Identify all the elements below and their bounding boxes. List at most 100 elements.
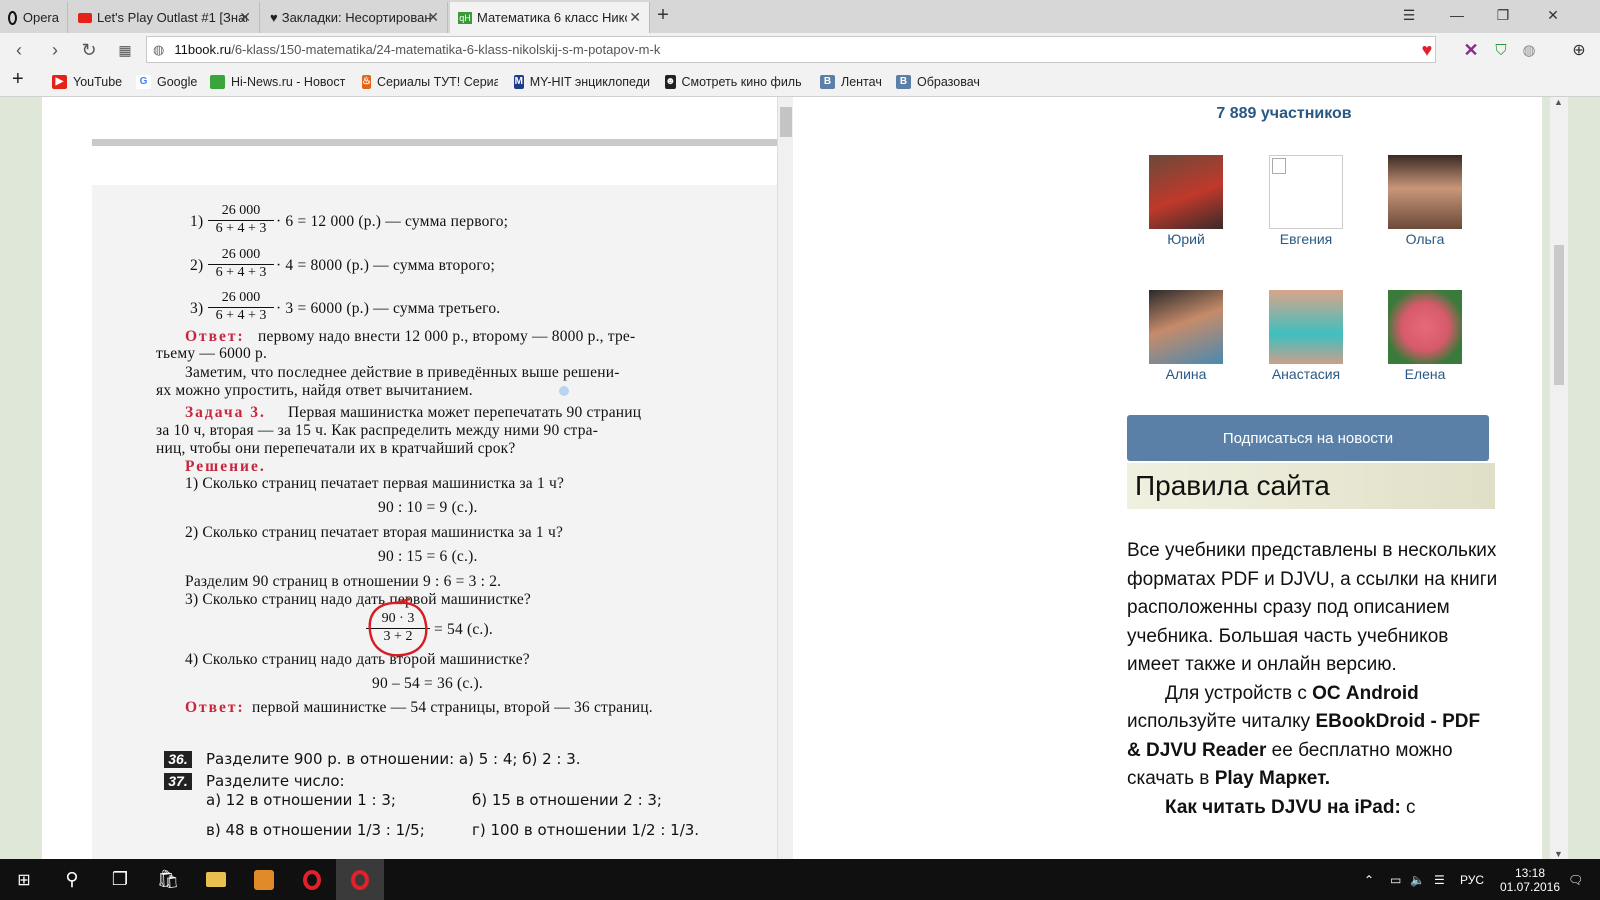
app-orange-icon: [254, 869, 274, 890]
bookmark-google[interactable]: G Google: [136, 72, 206, 92]
shield-icon[interactable]: ⛉: [1488, 37, 1514, 63]
maximize-button[interactable]: ❐: [1480, 0, 1526, 30]
question-3-result: = 54 (с.).: [434, 621, 493, 638]
bookmark-myhit[interactable]: M MY-HIT энциклопеди: [514, 72, 650, 92]
store-button[interactable]: 🛍: [144, 859, 192, 900]
minimize-button[interactable]: —: [1434, 0, 1480, 30]
step-2-text: · 4 = 8000 (р.) — сумма второго;: [276, 257, 496, 274]
vpn-globe-icon[interactable]: ◍: [1516, 37, 1542, 63]
opera-icon: [303, 869, 321, 890]
bookmark-obrazovach[interactable]: B Образовач: [896, 72, 986, 92]
member-name[interactable]: Елена: [1375, 366, 1475, 382]
avatar-anastasia[interactable]: [1269, 290, 1343, 364]
scrollbar-thumb[interactable]: [1554, 245, 1564, 385]
url-field[interactable]: ◍ 11book.ru/6-klass/150-matematika/24-ma…: [146, 36, 1436, 63]
opera-active-taskbar-button[interactable]: [336, 859, 384, 900]
member-name[interactable]: Алина: [1136, 366, 1236, 382]
task-line1: Первая машинистка может перепечатать 90 …: [288, 404, 642, 421]
avatar-evgenia[interactable]: [1269, 155, 1343, 229]
add-bookmark-button[interactable]: +: [12, 69, 24, 89]
file-explorer-button[interactable]: [192, 859, 240, 900]
bookmark-serials[interactable]: ♨ Сериалы ТУТ! Сериа: [362, 72, 498, 92]
flame-icon: ♨: [362, 75, 371, 89]
reload-button[interactable]: ↻: [76, 37, 102, 63]
app-button[interactable]: [240, 859, 288, 900]
scroll-down-icon[interactable]: ▼: [1554, 849, 1563, 859]
download-icon[interactable]: ⊕: [1566, 37, 1592, 63]
bookmark-label: Лентач: [841, 75, 882, 89]
book-viewer-scrollbar[interactable]: [777, 97, 793, 859]
solution-label: Решение.: [185, 458, 266, 475]
bookmark-label: MY-HIT энциклопеди: [529, 75, 650, 89]
bookmark-label: YouTube: [73, 75, 123, 89]
tab-menu-icon[interactable]: ☰: [1386, 0, 1432, 30]
task-label: Задача 3.: [185, 404, 266, 421]
forward-button[interactable]: ›: [42, 37, 68, 63]
fraction-numerator: 26 000: [208, 203, 274, 221]
page-scrollbar[interactable]: ▲ ▼: [1550, 97, 1568, 859]
step-1-fraction: 26 000 6 + 4 + 3: [208, 203, 274, 237]
answer-text-line1: первому надо внести 12 000 р., второму —…: [258, 328, 636, 345]
avatar-yuri[interactable]: [1149, 155, 1223, 229]
extension-x-icon[interactable]: ✕: [1458, 37, 1484, 63]
back-button[interactable]: ‹: [6, 37, 32, 63]
close-icon[interactable]: ✕: [239, 9, 251, 26]
clock[interactable]: 13:18 01.07.2016: [1500, 859, 1560, 900]
tray-up-arrow-icon[interactable]: ⌃: [1364, 859, 1374, 900]
question-4: 4) Сколько страниц надо дать второй маши…: [185, 651, 530, 668]
volume-icon[interactable]: 🔈: [1410, 859, 1425, 900]
rules-title: Правила сайта: [1127, 463, 1495, 509]
step-2-index: 2): [190, 257, 204, 274]
end-marker-icon: [559, 386, 569, 396]
member-name[interactable]: Юрий: [1136, 231, 1236, 247]
tab-label: Закладки: Несортирован: [281, 10, 432, 25]
bookmark-hinews[interactable]: Hi-News.ru - Новост: [210, 72, 346, 92]
language-indicator[interactable]: РУС: [1460, 859, 1484, 900]
scroll-up-icon[interactable]: ▲: [1554, 97, 1563, 107]
ratio-text: Разделим 90 страниц в отношении 9 : 6 = …: [185, 573, 502, 590]
bookmarks-bar: + ▶ YouTube G Google Hi-News.ru - Новост ♨…: [0, 66, 1600, 97]
exercise-36-number: 36.: [164, 751, 192, 768]
network-icon[interactable]: ▭: [1390, 859, 1401, 900]
clock-time: 13:18: [1514, 865, 1546, 880]
avatar-elena[interactable]: [1388, 290, 1462, 364]
heart-bookmark-icon[interactable]: ♥: [1414, 37, 1440, 63]
tab-outlast[interactable]: Let's Play Outlast #1 [Знак ✕: [70, 2, 260, 33]
fraction-numerator: 26 000: [208, 247, 274, 265]
avatar-olga[interactable]: [1388, 155, 1462, 229]
speed-dial-button[interactable]: ▦: [112, 37, 138, 63]
bookmark-lentach[interactable]: B Лентач: [820, 72, 890, 92]
tab-math-active[interactable]: qH Математика 6 класс Никс ✕: [450, 2, 650, 33]
question-4-calc: 90 – 54 = 36 (с.).: [372, 675, 483, 692]
question-1: 1) Сколько страниц печатает первая машин…: [185, 475, 565, 492]
search-button[interactable]: ⚲: [48, 859, 96, 900]
start-button[interactable]: ⊞: [0, 859, 48, 900]
scrollbar-thumb[interactable]: [780, 107, 792, 137]
bookmark-kino[interactable]: ☻ Смотреть кино филь: [665, 72, 801, 92]
task-view-button[interactable]: ❐: [96, 859, 144, 900]
web-page: 1) 26 000 6 + 4 + 3 · 6 = 12 000 (р.) — с…: [0, 97, 1600, 859]
play-market-link[interactable]: Play Маркет.: [1215, 768, 1330, 789]
opera-menu-button[interactable]: Opera: [0, 2, 68, 33]
rules-bold-ipad: Как читать DJVU на iPad:: [1165, 796, 1401, 818]
plus-icon: +: [657, 3, 669, 26]
new-tab-button[interactable]: +: [640, 0, 686, 30]
message-icon[interactable]: ☰: [1434, 859, 1445, 900]
note-line1: Заметим, что последнее действие в привед…: [185, 364, 620, 381]
bookmark-youtube[interactable]: ▶ YouTube: [52, 72, 124, 92]
myhit-icon: M: [514, 75, 524, 89]
rules-text-span: используйте читалку: [1127, 711, 1316, 732]
close-icon[interactable]: ✕: [427, 9, 439, 26]
member-name[interactable]: Ольга: [1375, 231, 1475, 247]
tab-bookmarks[interactable]: ♥ Закладки: Несортирован ✕: [262, 2, 448, 33]
bookmark-label: Смотреть кино филь: [681, 75, 801, 89]
opera-taskbar-button[interactable]: [288, 859, 336, 900]
answer-text-line2: тьему — 6000 р.: [156, 345, 268, 362]
subscribe-button[interactable]: Подписаться на новости: [1127, 415, 1489, 461]
notifications-icon[interactable]: 🗨: [1568, 859, 1583, 900]
member-name[interactable]: Евгения: [1256, 231, 1356, 247]
member-name[interactable]: Анастасия: [1256, 366, 1356, 382]
avatar-alina[interactable]: [1149, 290, 1223, 364]
answer2-text: первой машинистке — 54 страницы, второй …: [252, 699, 653, 716]
close-window-button[interactable]: ✕: [1530, 0, 1576, 30]
